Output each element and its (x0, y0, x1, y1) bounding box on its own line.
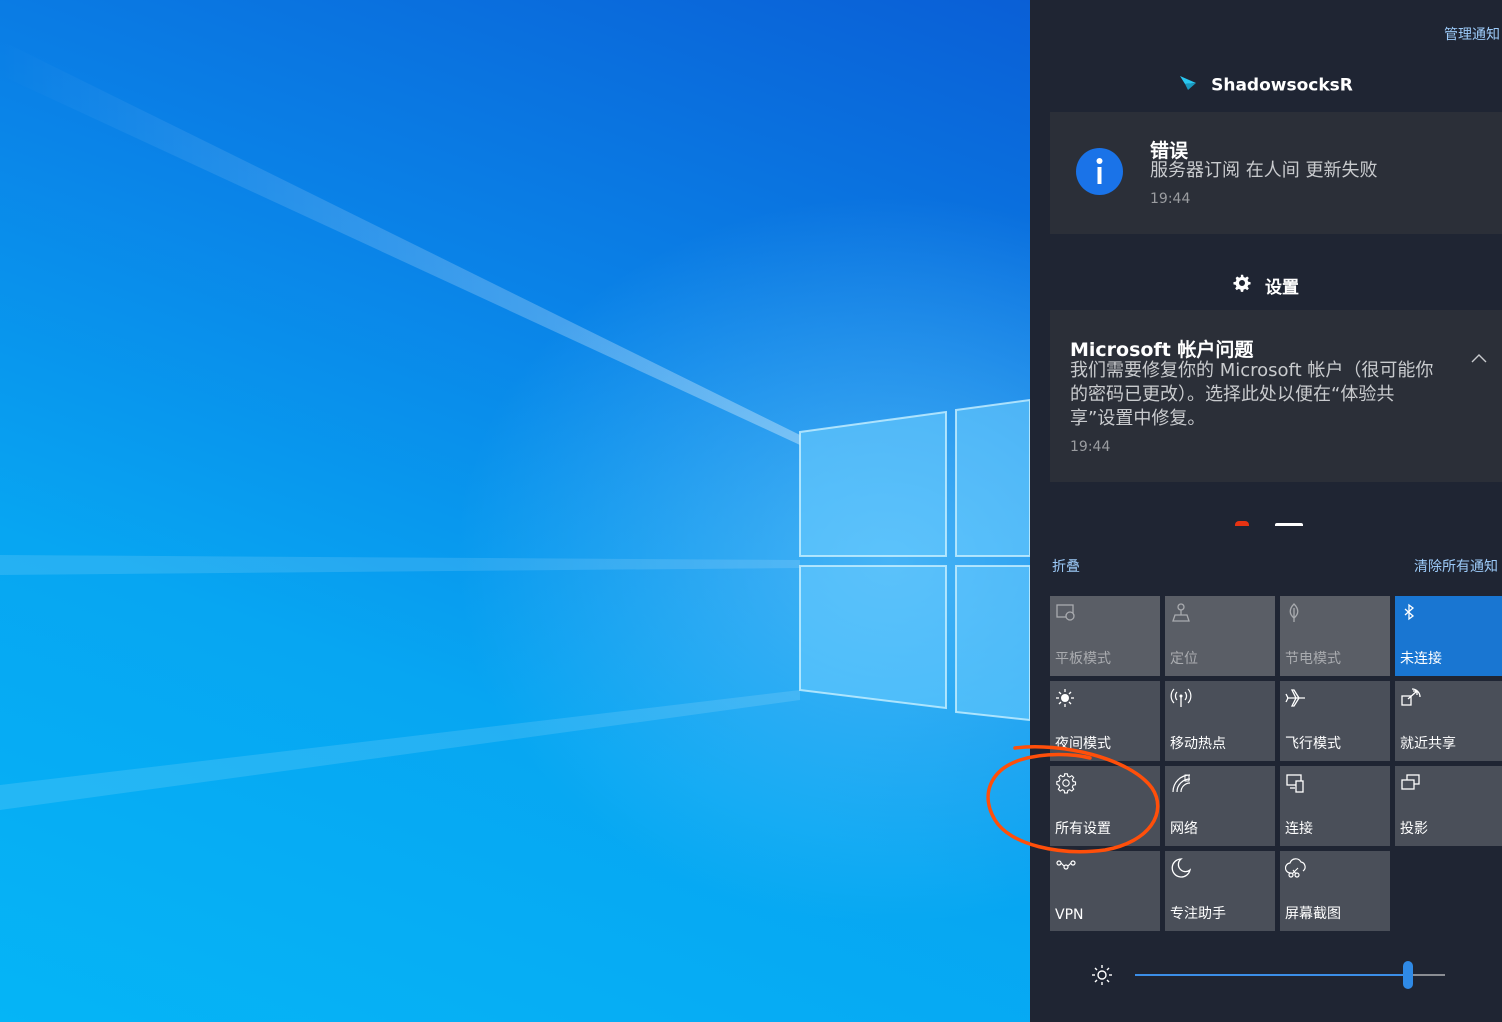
connect-icon (1285, 772, 1307, 794)
notification-body-line-1: 我们需要修复你的 Microsoft 帐户（很可能你 (1070, 360, 1434, 381)
tile-label: 网络 (1170, 821, 1198, 837)
tile-project[interactable]: 投影 (1395, 766, 1502, 846)
action-center-panel: 管理通知 ShadowsocksR 错误 服务器订阅 在人间 更新失败 19:4… (1030, 0, 1502, 1022)
tile-label: 移动热点 (1170, 736, 1226, 752)
tile-label: 屏幕截图 (1285, 906, 1341, 922)
bluetooth-icon (1400, 602, 1422, 624)
network-icon (1170, 772, 1192, 794)
notification-group-header-settings[interactable]: 设置 (1030, 273, 1502, 298)
tile-mobile-hotspot[interactable]: 移动热点 (1165, 681, 1275, 761)
notification-title: Microsoft 帐户问题 (1070, 339, 1254, 361)
tile-vpn[interactable]: VPN (1050, 851, 1160, 931)
brightness-slider-thumb[interactable] (1402, 961, 1413, 989)
desktop-wallpaper (0, 0, 1030, 1022)
tile-network[interactable]: 网络 (1165, 766, 1275, 846)
tile-bluetooth[interactable]: 未连接 (1395, 596, 1502, 676)
tile-label: 飞行模式 (1285, 736, 1341, 752)
tile-screen-snip[interactable]: 屏幕截图 (1280, 851, 1390, 931)
tile-battery-saver[interactable]: 节电模式 (1280, 596, 1390, 676)
tile-airplane-mode[interactable]: 飞行模式 (1280, 681, 1390, 761)
clear-all-notifications-link[interactable]: 清除所有通知 (1414, 556, 1498, 576)
group-app-name: 设置 (1265, 278, 1299, 298)
brightness-control (1030, 955, 1502, 995)
airplane-icon (1285, 687, 1307, 709)
tile-nearby-sharing[interactable]: 就近共享 (1395, 681, 1502, 761)
brightness-slider[interactable] (1135, 961, 1445, 989)
tile-label: 定位 (1170, 651, 1198, 667)
vpn-icon (1055, 857, 1077, 879)
tile-label: 专注助手 (1170, 906, 1226, 922)
tile-focus-assist[interactable]: 专注助手 (1165, 851, 1275, 931)
info-icon (1076, 148, 1123, 195)
tile-connect[interactable]: 连接 (1280, 766, 1390, 846)
notification-group-header-shadowsocksr[interactable]: ShadowsocksR (1030, 74, 1502, 97)
collapse-chevron-icon[interactable] (1470, 350, 1488, 364)
collapse-link[interactable]: 折叠 (1052, 556, 1080, 576)
notification-body-line-3: 享”设置中修复。 (1070, 408, 1206, 429)
tablet-mode-icon (1055, 602, 1077, 624)
tile-label: 平板模式 (1055, 651, 1111, 667)
gear-icon (1233, 274, 1251, 297)
tile-label: 未连接 (1400, 651, 1442, 667)
tile-label: 夜间模式 (1055, 736, 1111, 752)
notification-card-error[interactable]: 错误 服务器订阅 在人间 更新失败 19:44 (1050, 112, 1502, 234)
gear-icon (1055, 772, 1077, 794)
brightness-slider-fill (1135, 974, 1408, 976)
notification-card-account-problem[interactable]: Microsoft 帐户问题 我们需要修复你的 Microsoft 帐户（很可能… (1050, 310, 1502, 482)
nearby-sharing-icon (1400, 687, 1422, 709)
tile-label: VPN (1055, 907, 1084, 923)
tile-label: 连接 (1285, 821, 1313, 837)
tile-label: 节电模式 (1285, 651, 1341, 667)
battery-saver-icon (1285, 602, 1307, 624)
tile-label: 投影 (1400, 821, 1428, 837)
scrolled-group-header-fragment (1235, 521, 1305, 526)
night-light-icon (1055, 687, 1077, 709)
notification-time: 19:44 (1070, 439, 1111, 455)
tile-label: 就近共享 (1400, 736, 1456, 752)
tile-label: 所有设置 (1055, 821, 1111, 837)
group-app-name: ShadowsocksR (1211, 75, 1353, 96)
location-icon (1170, 602, 1192, 624)
tile-tablet-mode[interactable]: 平板模式 (1050, 596, 1160, 676)
tile-all-settings[interactable]: 所有设置 (1050, 766, 1160, 846)
notification-time: 19:44 (1150, 191, 1191, 207)
tile-night-light[interactable]: 夜间模式 (1050, 681, 1160, 761)
mobile-hotspot-icon (1170, 687, 1192, 709)
screen-snip-icon (1284, 857, 1307, 879)
tile-location[interactable]: 定位 (1165, 596, 1275, 676)
brightness-icon (1091, 964, 1113, 986)
manage-notifications-link[interactable]: 管理通知 (1444, 24, 1500, 44)
notification-body-line-2: 的密码已更改）。选择此处以便在“体验共 (1070, 384, 1395, 405)
paper-plane-icon (1179, 74, 1197, 97)
windows-logo-wallpaper (0, 40, 1030, 810)
project-icon (1400, 772, 1422, 794)
focus-assist-icon (1170, 857, 1192, 879)
notification-body: 服务器订阅 在人间 更新失败 (1150, 160, 1378, 181)
